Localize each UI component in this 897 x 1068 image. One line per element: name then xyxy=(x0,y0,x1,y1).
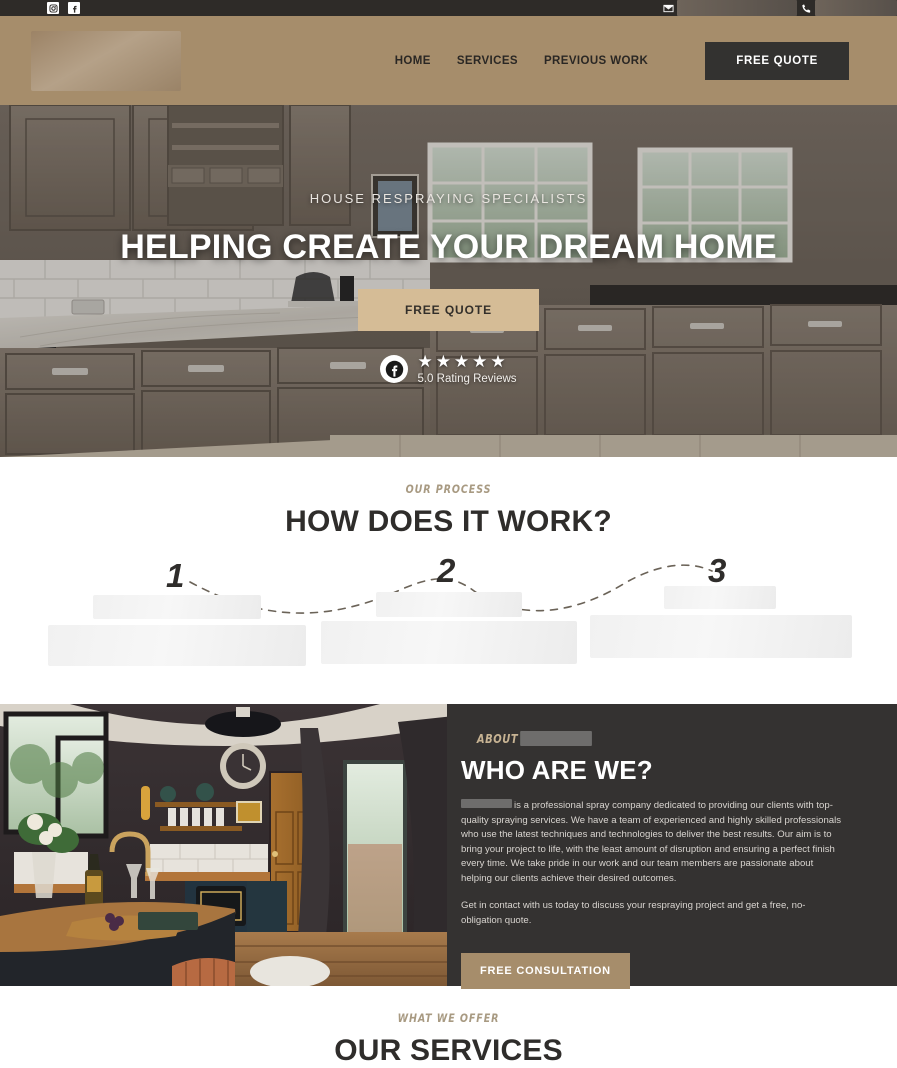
process-section: OUR PROCESS HOW DOES IT WORK? 1 2 3 xyxy=(0,457,897,704)
step-number-1: 1 xyxy=(166,557,185,594)
contact-strip xyxy=(659,0,897,16)
main-navigation: HOME SERVICES PREVIOUS WORK FREE QUOTE xyxy=(395,41,849,80)
process-steps: 1 2 3 xyxy=(0,552,897,685)
hero-headline: HELPING CREATE YOUR DREAM HOME xyxy=(120,228,777,266)
about-content: ABOUT WHO ARE WE? is a professional spra… xyxy=(447,704,897,989)
about-title: WHO ARE WE? xyxy=(461,755,653,785)
process-eyebrow: OUR PROCESS xyxy=(405,482,492,496)
process-card-3-body-placeholder xyxy=(590,615,852,658)
services-section: WHAT WE OFFER OUR SERVICES xyxy=(0,986,897,1068)
step-number-3: 3 xyxy=(708,552,727,589)
services-eyebrow: WHAT WE OFFER xyxy=(397,1011,500,1025)
rating-badge[interactable]: ★★★★★ 5.0 Rating Reviews xyxy=(380,352,517,385)
about-paragraph-1-text: is a professional spray company dedicate… xyxy=(461,800,842,884)
about-company-name-redacted xyxy=(520,731,592,746)
phone-value-redacted xyxy=(815,0,897,16)
star-rating-icon: ★★★★★ xyxy=(417,352,509,371)
step-number-2: 2 xyxy=(437,552,456,589)
instagram-icon[interactable] xyxy=(47,2,59,14)
process-card-1-title-placeholder xyxy=(93,595,261,619)
phone-contact[interactable] xyxy=(797,0,897,16)
about-section: ABOUT WHO ARE WE? is a professional spra… xyxy=(0,704,897,989)
facebook-icon[interactable] xyxy=(68,2,80,14)
process-card-3-title-placeholder xyxy=(664,586,776,609)
about-image xyxy=(0,704,447,986)
hero-section: HOUSE RESPRAYING SPECIALISTS HELPING CRE… xyxy=(0,105,897,457)
email-value-redacted xyxy=(677,0,797,16)
process-card-2-title-placeholder xyxy=(376,592,522,617)
rating-text: 5.0 Rating Reviews xyxy=(417,373,517,385)
envelope-icon xyxy=(659,3,677,14)
header-free-quote-button[interactable]: FREE QUOTE xyxy=(705,41,849,80)
site-logo[interactable] xyxy=(31,30,181,91)
process-title: HOW DOES IT WORK? xyxy=(285,505,612,538)
free-consultation-button[interactable]: FREE CONSULTATION xyxy=(461,952,630,989)
nav-item-previous-work[interactable]: PREVIOUS WORK xyxy=(544,55,648,67)
social-links xyxy=(0,2,80,14)
about-eyebrow: ABOUT xyxy=(477,731,843,746)
hero-kicker: HOUSE RESPRAYING SPECIALISTS xyxy=(309,191,588,206)
facebook-icon xyxy=(380,355,409,383)
process-card-1[interactable] xyxy=(48,595,306,666)
site-header: HOME SERVICES PREVIOUS WORK FREE QUOTE xyxy=(0,16,897,105)
process-card-2[interactable] xyxy=(321,592,577,664)
about-paragraph-1: is a professional spray company dedicate… xyxy=(461,799,846,886)
process-card-3[interactable] xyxy=(590,586,852,658)
process-card-1-body-placeholder xyxy=(48,625,306,666)
nav-item-services[interactable]: SERVICES xyxy=(457,55,518,67)
process-card-2-body-placeholder xyxy=(321,621,577,664)
hero-free-quote-button[interactable]: FREE QUOTE xyxy=(357,289,539,331)
top-utility-bar xyxy=(0,0,897,16)
phone-icon xyxy=(797,3,815,14)
nav-item-home[interactable]: HOME xyxy=(395,55,431,67)
email-contact[interactable] xyxy=(659,0,797,16)
company-name-redacted xyxy=(461,799,512,808)
about-paragraph-2: Get in contact with us today to discuss … xyxy=(461,900,806,927)
services-title: OUR SERVICES xyxy=(334,1034,563,1067)
about-eyebrow-label: ABOUT xyxy=(476,731,519,746)
